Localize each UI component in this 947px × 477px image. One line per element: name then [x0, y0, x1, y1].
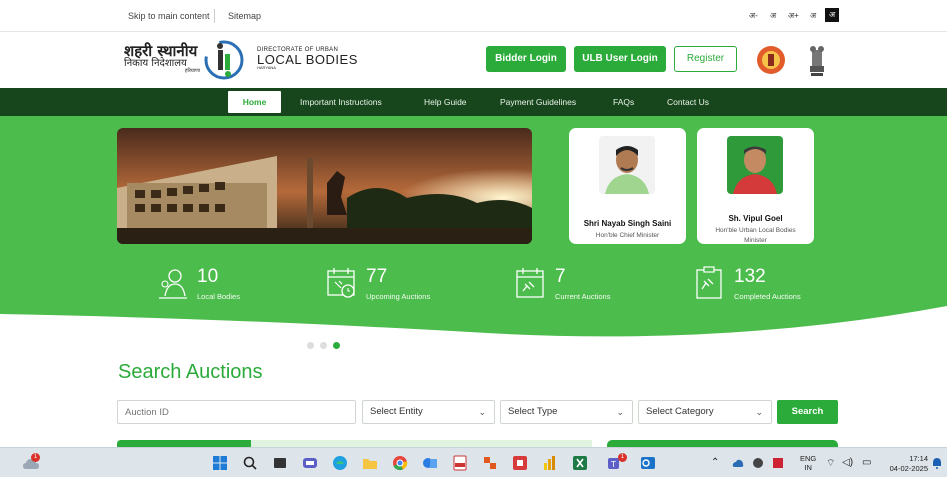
- leader-card-minister: Sh. Vipul Goel Hon'ble Urban Local Bodie…: [697, 128, 814, 244]
- language-indicator[interactable]: ENG IN: [800, 454, 816, 472]
- search-button[interactable]: Search: [777, 400, 838, 424]
- auction-id-input[interactable]: [117, 400, 356, 424]
- stat-label: Current Auctions: [555, 292, 611, 301]
- stat-local-bodies[interactable]: 10 Local Bodies: [157, 266, 267, 306]
- contrast-dark-button[interactable]: अ: [825, 8, 839, 22]
- logo-english-text[interactable]: DIRECTORATE OF URBAN LOCAL BODIES HARYAN…: [257, 47, 358, 70]
- weather-badge: 1: [31, 453, 40, 462]
- font-increase-button[interactable]: अ+: [788, 10, 799, 21]
- search-icon[interactable]: [242, 455, 258, 471]
- chrome-browser-icon[interactable]: [392, 455, 408, 471]
- excel-icon[interactable]: [572, 455, 588, 471]
- main-nav: Home Important Instructions Help Guide P…: [0, 88, 947, 116]
- search-auctions-heading: Search Auctions: [118, 361, 263, 383]
- chevron-up-icon[interactable]: ⌃: [711, 457, 719, 468]
- category-select[interactable]: Select Category ⌄: [638, 400, 772, 424]
- stat-value: 7: [555, 266, 566, 287]
- ulb-logo-icon: [204, 40, 244, 80]
- app-icon[interactable]: [482, 455, 498, 471]
- stat-value: 10: [197, 266, 219, 287]
- task-view-icon[interactable]: [272, 455, 288, 471]
- carousel-dot-2[interactable]: [320, 342, 327, 349]
- contrast-light-button[interactable]: अ: [810, 10, 816, 21]
- windows-taskbar: 1 T 1 ⌃ ENG IN ⌔ ◁) ▭ 17:14 04-02-2025: [0, 447, 947, 477]
- edge-browser-icon[interactable]: [332, 455, 348, 471]
- bidder-login-button[interactable]: Bidder Login: [486, 46, 566, 72]
- battery-icon[interactable]: ▭: [862, 457, 871, 468]
- carousel-dot-3[interactable]: [333, 342, 340, 349]
- site-header: शहरी स्थानीय निकाय निदेशालय हरियाणा DIRE…: [0, 32, 947, 88]
- chevron-down-icon: ⌄: [755, 407, 763, 417]
- divider: [214, 9, 215, 23]
- national-emblem-icon: [810, 46, 824, 76]
- leader-card-cm: Shri Nayab Singh Saini Hon'ble Chief Min…: [569, 128, 686, 244]
- cloud-icon[interactable]: [732, 458, 744, 468]
- hero-section: Shri Nayab Singh Saini Hon'ble Chief Min…: [0, 116, 947, 349]
- svg-text:T: T: [610, 460, 616, 469]
- carousel-dot-1[interactable]: [307, 342, 314, 349]
- type-select[interactable]: Select Type ⌄: [500, 400, 633, 424]
- page: Skip to main content Sitemap अ- अ अ+ अ अ…: [0, 0, 947, 477]
- stat-value: 132: [734, 266, 766, 287]
- nav-contact-us[interactable]: Contact Us: [667, 88, 709, 116]
- haryana-emblem-icon: [757, 46, 785, 74]
- app-icon[interactable]: [422, 455, 438, 471]
- sitemap-link[interactable]: Sitemap: [228, 11, 261, 21]
- powerbi-icon[interactable]: [542, 455, 558, 471]
- entity-select[interactable]: Select Entity ⌄: [362, 400, 495, 424]
- calendar-clock-icon: [327, 268, 355, 298]
- calendar-gavel-icon: [516, 268, 544, 298]
- font-normal-button[interactable]: अ: [770, 10, 776, 21]
- stat-label: Completed Auctions: [734, 292, 801, 301]
- chevron-down-icon: ⌄: [478, 407, 486, 417]
- stat-upcoming-auctions[interactable]: 77 Upcoming Auctions: [326, 266, 456, 306]
- category-select-value: Select Category: [646, 406, 714, 417]
- file-explorer-icon[interactable]: [362, 455, 378, 471]
- font-decrease-button[interactable]: अ-: [749, 10, 758, 21]
- app-tray-icon[interactable]: [752, 457, 764, 469]
- nav-payment-guidelines[interactable]: Payment Guidelines: [500, 88, 576, 116]
- stat-current-auctions[interactable]: 7 Current Auctions: [515, 266, 635, 306]
- ulb-user-login-button[interactable]: ULB User Login: [574, 46, 666, 72]
- hero-banner-image: [117, 128, 532, 244]
- register-button[interactable]: Register: [674, 46, 737, 72]
- skip-to-main-link[interactable]: Skip to main content: [128, 11, 210, 21]
- teams-badge: 1: [618, 453, 627, 462]
- windows-start-icon[interactable]: [212, 455, 228, 471]
- clipboard-gavel-icon: [696, 266, 722, 299]
- leader-role: Hon'ble Urban Local Bodies Minister: [715, 227, 796, 244]
- utility-bar: Skip to main content Sitemap अ- अ अ+ अ अ: [0, 0, 947, 32]
- nav-important-instructions[interactable]: Important Instructions: [300, 88, 382, 116]
- nav-home[interactable]: Home: [228, 91, 281, 113]
- volume-icon[interactable]: ◁): [842, 457, 853, 468]
- wifi-icon[interactable]: ⌔: [826, 457, 835, 470]
- app-icon[interactable]: [512, 455, 528, 471]
- logo-hindi-text[interactable]: शहरी स्थानीय निकाय निदेशालय हरियाणा: [124, 44, 200, 74]
- people-icon: [159, 269, 187, 299]
- stat-completed-auctions[interactable]: 132 Completed Auctions: [694, 266, 824, 306]
- nav-help-guide[interactable]: Help Guide: [424, 88, 467, 116]
- leader-photo: [727, 136, 783, 194]
- app-tray-icon[interactable]: [772, 457, 784, 469]
- stat-label: Local Bodies: [197, 292, 240, 301]
- leader-name: Shri Nayab Singh Saini: [583, 219, 672, 228]
- stat-label: Upcoming Auctions: [366, 292, 431, 301]
- type-select-value: Select Type: [508, 406, 558, 417]
- notification-bell-icon[interactable]: [932, 457, 942, 469]
- pdf-reader-icon[interactable]: [452, 455, 468, 471]
- leader-photo: [599, 136, 655, 194]
- meet-icon[interactable]: [302, 455, 318, 471]
- chevron-down-icon: ⌄: [616, 407, 624, 417]
- outlook-icon[interactable]: [640, 455, 656, 471]
- clock[interactable]: 17:14 04-02-2025: [884, 454, 928, 474]
- leader-name: Sh. Vipul Goel: [728, 214, 783, 223]
- entity-select-value: Select Entity: [370, 406, 423, 417]
- stat-value: 77: [366, 266, 388, 287]
- nav-faqs[interactable]: FAQs: [613, 88, 634, 116]
- leader-role: Hon'ble Chief Minister: [595, 232, 660, 239]
